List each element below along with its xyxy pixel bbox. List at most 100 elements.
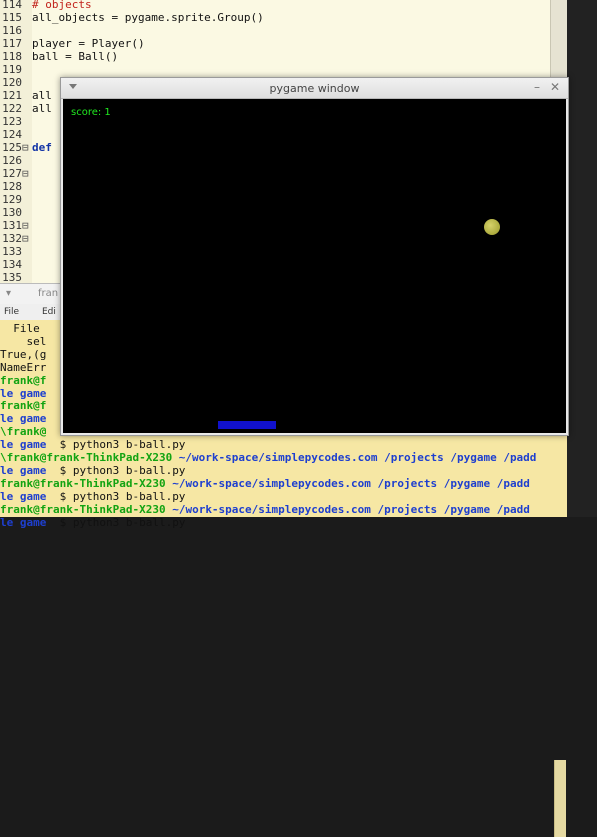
code-line: 121 all [0, 89, 52, 102]
terminal-line: \frank@ [0, 425, 46, 438]
line-number: 120 [2, 76, 22, 89]
terminal-line: File [0, 322, 40, 335]
terminal-text: frank@f [0, 399, 47, 413]
terminal-text: frank@f [0, 373, 47, 387]
terminal-path: ~/work-space/simplepycodes.com /projects… [165, 476, 530, 490]
fold-icon[interactable]: ⊟ [22, 167, 32, 180]
line-number: 126 [2, 154, 22, 167]
small-window-menu-icon[interactable]: ▾ [6, 288, 11, 299]
code-text: player = Player() [32, 37, 145, 50]
small-window-title: fran [38, 288, 59, 299]
desktop-background [567, 0, 597, 517]
terminal-line: le game $ python3 b-ball.py [0, 464, 185, 477]
ball [484, 219, 500, 235]
fold-icon[interactable]: ⊟ [22, 219, 32, 232]
code-line: 134 [0, 258, 32, 271]
terminal-text: frank@frank-ThinkPad-X230 [0, 476, 166, 490]
terminal-line: True,(g [0, 348, 46, 361]
terminal-text: le game [0, 412, 47, 426]
line-number: 133 [2, 245, 22, 258]
terminal-line: frank@f [0, 374, 46, 387]
small-window-menubar: File Edi [0, 304, 62, 320]
minimize-button[interactable]: – [534, 80, 540, 94]
line-number: 125 [2, 141, 22, 154]
line-number: 121 [2, 89, 22, 102]
line-number: 127 [2, 167, 22, 180]
code-line: 125⊟ def [0, 141, 52, 154]
code-text: all [32, 89, 52, 102]
code-line: 117 player = Player() [0, 37, 145, 50]
line-number: 134 [2, 258, 22, 271]
window-title: pygame window [269, 82, 360, 95]
code-line: 122 all [0, 102, 52, 115]
editor-scrollbar[interactable] [550, 0, 568, 80]
line-number: 114 [2, 0, 22, 11]
code-line: 132⊟ [0, 232, 32, 245]
line-number: 132 [2, 232, 22, 245]
terminal-text: le game [0, 489, 47, 503]
line-number: 131 [2, 219, 22, 232]
pygame-window[interactable]: pygame window – ✕ score: 1 [60, 77, 569, 436]
code-line: 128 [0, 180, 32, 193]
player-paddle [218, 421, 276, 429]
terminal-path: ~/work-space/simplepycodes.com /projects… [165, 502, 530, 516]
line-number: 128 [2, 180, 22, 193]
code-line: 127⊟ [0, 167, 32, 180]
code-line: 119 [0, 63, 32, 76]
terminal-line: le game [0, 387, 46, 400]
code-text: all [32, 102, 52, 115]
code-line: 114 # objects [0, 0, 91, 11]
code-text: ball = Ball() [32, 50, 119, 63]
code-line: 123 [0, 115, 32, 128]
terminal-line: le game $ python3 b-ball.py [0, 490, 185, 503]
game-canvas[interactable]: score: 1 [63, 99, 566, 433]
code-text: def [32, 141, 52, 154]
line-number: 122 [2, 102, 22, 115]
terminal-line: le game $ python3 b-ball.py [0, 438, 185, 451]
code-line: 126 [0, 154, 32, 167]
terminal-text: le game [0, 438, 47, 452]
terminal-text: NameErr [0, 360, 47, 374]
line-number: 124 [2, 128, 22, 141]
score-label: score: 1 [71, 107, 111, 118]
terminal-scrollbar[interactable] [554, 760, 566, 837]
terminal-line: \frank@frank-ThinkPad-X230 ~/work-space/… [0, 451, 536, 464]
code-line: 118 ball = Ball() [0, 50, 118, 63]
line-number: 115 [2, 11, 22, 24]
line-number: 117 [2, 37, 22, 50]
terminal-text: True,(g [0, 347, 47, 361]
terminal-command: $ python3 b-ball.py [46, 515, 186, 529]
terminal-line: sel [0, 335, 46, 348]
terminal-line: frank@frank-ThinkPad-X230 ~/work-space/s… [0, 477, 530, 490]
terminal-text: le game [0, 463, 47, 477]
line-number: 129 [2, 193, 22, 206]
terminal-text: \frank@ [0, 425, 47, 439]
code-line: 115 all_objects = pygame.sprite.Group() [0, 11, 264, 24]
code-line: 124 [0, 128, 32, 141]
code-line: 130 [0, 206, 32, 219]
terminal-command: $ python3 b-ball.py [46, 489, 186, 503]
code-line: 131⊟ [0, 219, 32, 232]
menu-file[interactable]: File [4, 307, 19, 317]
terminal-text: frank@frank-ThinkPad-X230 [0, 502, 166, 516]
line-number: 123 [2, 115, 22, 128]
terminal-line: frank@f [0, 399, 46, 412]
line-number: 116 [2, 24, 22, 37]
menu-edit[interactable]: Edi [42, 307, 56, 317]
terminal-text: le game [0, 386, 47, 400]
fold-icon[interactable]: ⊟ [22, 232, 32, 245]
terminal-path: ~/work-space/simplepycodes.com /projects… [172, 451, 537, 464]
small-window-titlebar[interactable]: ▾ fran [0, 283, 62, 304]
terminal-line: le game [0, 412, 46, 425]
close-button[interactable]: ✕ [550, 80, 560, 94]
code-line: 116 [0, 24, 32, 37]
pygame-titlebar[interactable]: pygame window – ✕ [61, 78, 568, 99]
terminal-text: le game [0, 515, 47, 529]
terminal-line: NameErr [0, 361, 46, 374]
fold-icon[interactable]: ⊟ [22, 141, 32, 154]
terminal-text: sel [0, 334, 47, 348]
terminal-line: le game $ python3 b-ball.py [0, 516, 185, 529]
code-text: all_objects = pygame.sprite.Group() [32, 11, 264, 24]
line-number: 118 [2, 50, 22, 63]
terminal-command: $ python3 b-ball.py [46, 438, 186, 452]
